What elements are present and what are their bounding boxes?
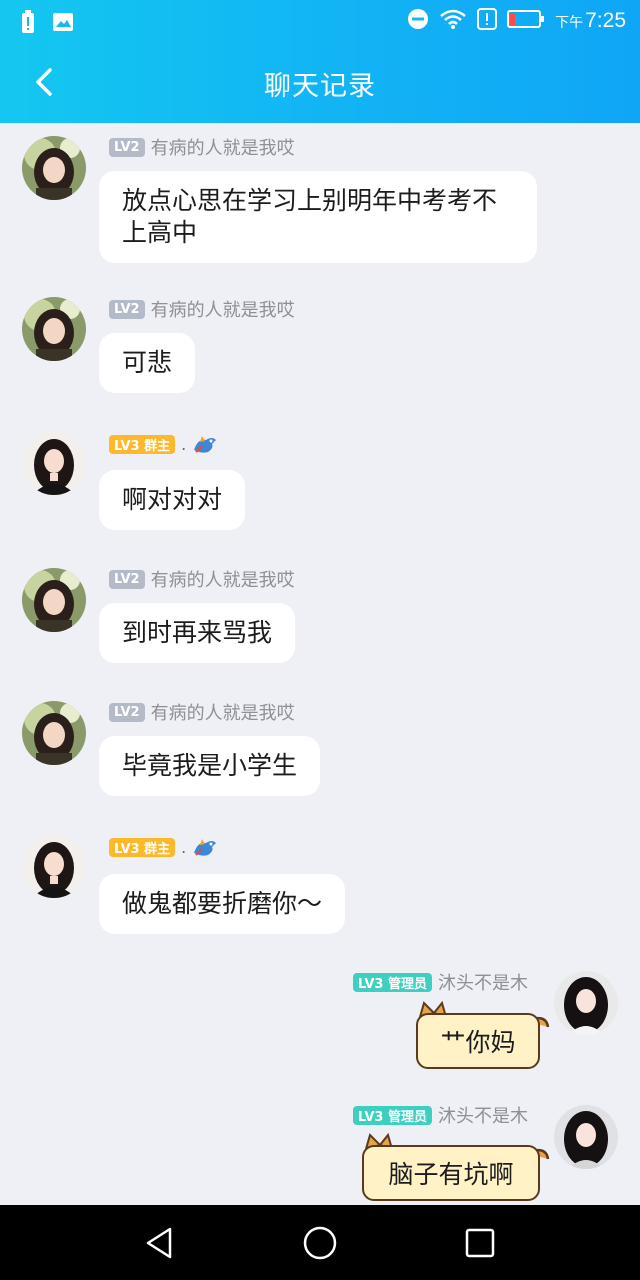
sender-name: 有病的人就是我哎 <box>150 703 295 724</box>
cat-message-bubble[interactable]: 脑子有坑啊 <box>352 1131 552 1205</box>
alert-box-icon <box>477 8 498 34</box>
image-icon <box>52 12 74 36</box>
battery-low-icon <box>507 9 545 33</box>
do-not-disturb-icon <box>407 8 429 34</box>
message-bubble: 脑子有坑啊 <box>362 1145 540 1201</box>
avatar[interactable] <box>22 834 86 898</box>
system-nav-bar <box>0 1205 640 1280</box>
sender-name: 沐头不是木 <box>438 973 528 994</box>
message-bubble[interactable]: 毕竟我是小学生 <box>99 736 321 796</box>
dragon-icon <box>194 839 217 856</box>
message-bubble[interactable]: 做鬼都要折磨你～ <box>99 874 346 934</box>
nav-home-button[interactable] <box>302 1225 338 1261</box>
status-time: 下午7:25 <box>555 9 626 32</box>
chat-history-list[interactable]: LV2 有病的人就是我哎 放点心思在学习上别明年中考考不上高中 LV2 有病的人… <box>0 123 640 1205</box>
status-bar: 下午7:25 <box>0 0 640 44</box>
wifi-icon <box>439 8 467 34</box>
message-bubble[interactable]: 到时再来骂我 <box>99 603 296 663</box>
triangle-back-icon <box>146 1227 172 1259</box>
battery-alert-icon <box>20 10 36 38</box>
avatar[interactable] <box>554 971 618 1035</box>
level-badge: LV2 <box>109 137 145 157</box>
sender-name: 有病的人就是我哎 <box>150 570 295 591</box>
message-bubble[interactable]: 可悲 <box>99 333 196 393</box>
nav-back-button[interactable] <box>142 1225 178 1261</box>
dragon-icon <box>194 436 217 453</box>
sender-name: 有病的人就是我哎 <box>150 138 295 159</box>
message-bubble: 艹你妈 <box>416 1013 540 1069</box>
sender-name: 有病的人就是我哎 <box>150 300 295 321</box>
square-recent-icon <box>465 1228 495 1258</box>
sender-name: 沐头不是木 <box>438 1106 528 1127</box>
page-title: 聊天记录 <box>264 71 376 102</box>
owner-badge: LV3 群主 <box>109 837 176 857</box>
sender-name: . <box>181 434 187 454</box>
circle-home-icon <box>303 1226 337 1260</box>
level-badge: LV2 <box>109 299 145 319</box>
message-bubble[interactable]: 啊对对对 <box>99 470 246 530</box>
header-bar: 下午7:25 聊天记录 <box>0 0 640 123</box>
message-bubble[interactable]: 放点心思在学习上别明年中考考不上高中 <box>99 171 537 263</box>
avatar[interactable] <box>22 701 86 765</box>
level-badge: LV2 <box>109 702 145 722</box>
avatar[interactable] <box>554 1105 618 1169</box>
admin-badge: LV3 管理员 <box>352 972 432 992</box>
cat-message-bubble[interactable]: 艹你妈 <box>406 999 552 1075</box>
sender-name: . <box>181 837 187 857</box>
level-badge: LV2 <box>109 569 145 589</box>
avatar[interactable] <box>22 431 86 495</box>
avatar[interactable] <box>22 568 86 632</box>
avatar[interactable] <box>22 297 86 361</box>
admin-badge: LV3 管理员 <box>352 1105 432 1125</box>
owner-badge: LV3 群主 <box>109 434 176 454</box>
nav-recent-button[interactable] <box>462 1225 498 1261</box>
avatar[interactable] <box>22 136 86 200</box>
